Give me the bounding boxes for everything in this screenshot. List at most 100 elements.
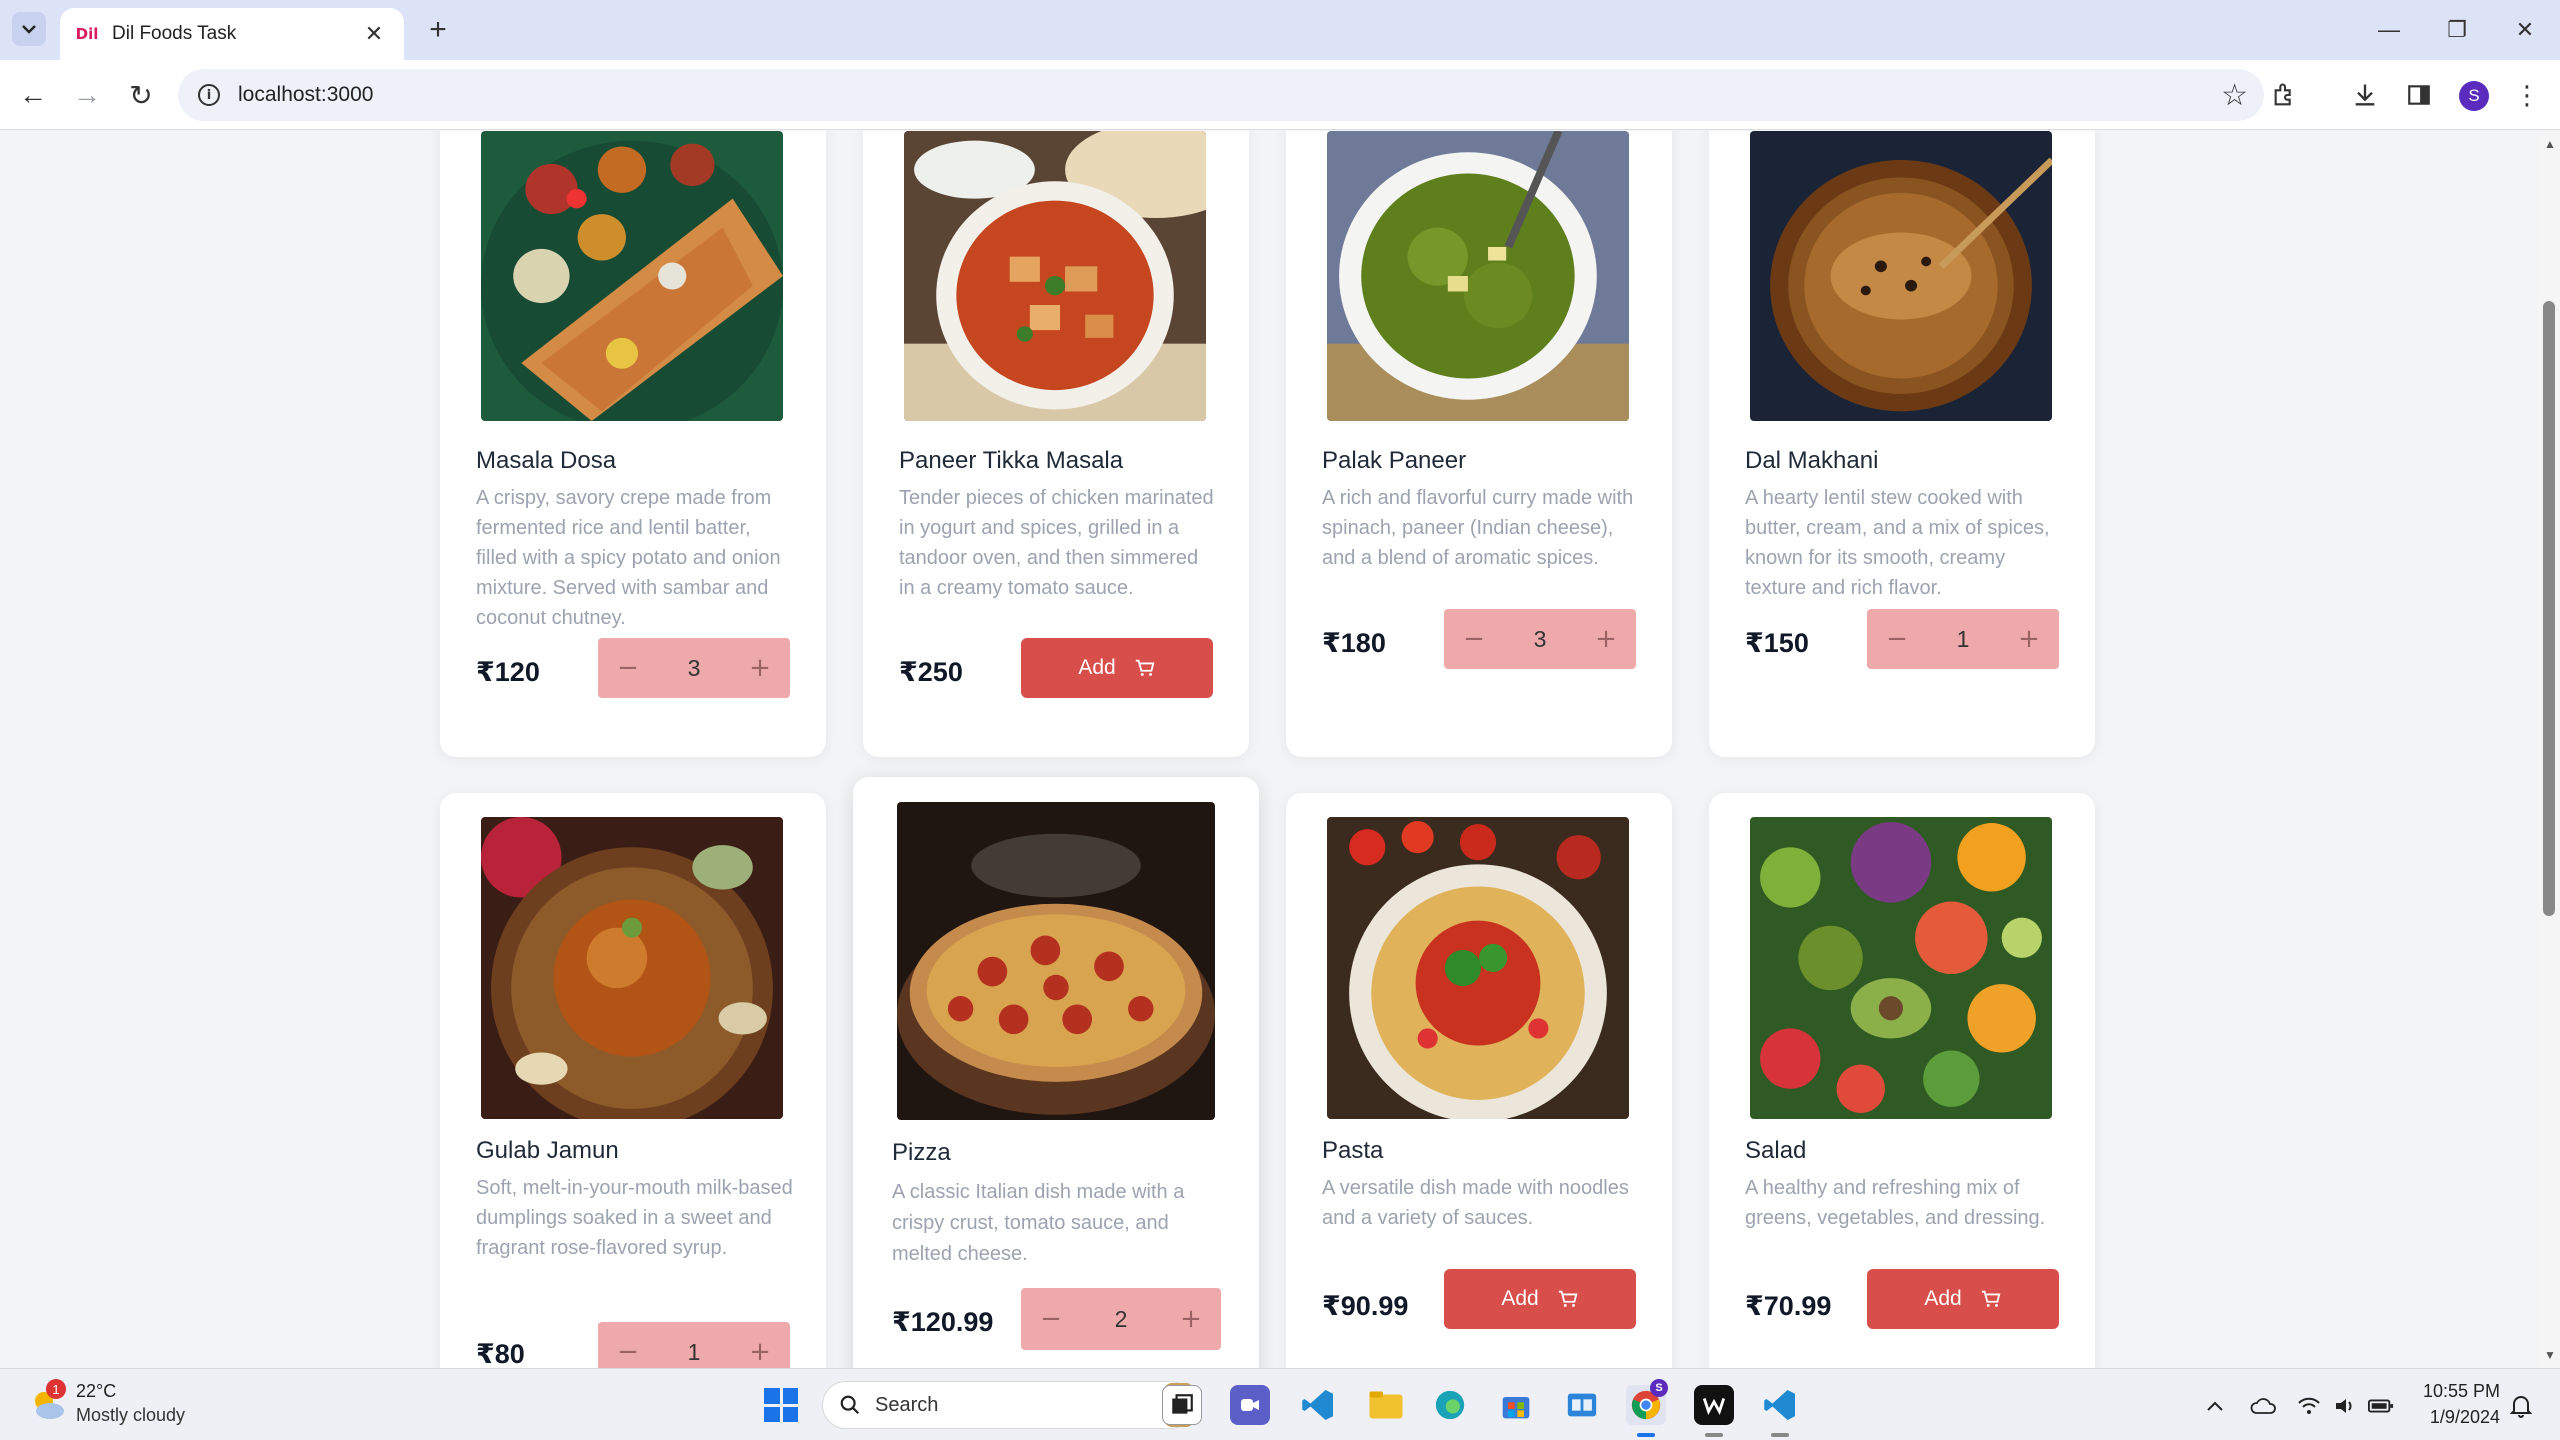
menu-card: Salad A healthy and refreshing mix of gr…	[1709, 793, 2095, 1368]
decrease-quantity-button[interactable]: −	[616, 653, 640, 683]
webstorm-running-indicator	[1705, 1433, 1723, 1437]
food-price: ₹150	[1745, 628, 1809, 658]
minimize-window-icon[interactable]: —	[2354, 8, 2424, 52]
vscode-running-indicator	[1771, 1433, 1789, 1437]
webstorm-icon[interactable]	[1694, 1385, 1734, 1425]
increase-quantity-button[interactable]: +	[748, 653, 772, 683]
menu-card: Paneer Tikka Masala Tender pieces of chi…	[863, 131, 1249, 757]
edge-browser-icon[interactable]	[1430, 1385, 1470, 1425]
food-description: A healthy and refreshing mix of greens, …	[1745, 1177, 2046, 1229]
page-scrollbar[interactable]: ▲ ▼	[2538, 131, 2560, 1368]
weather-temperature[interactable]: 22°C	[76, 1381, 116, 1402]
battery-charging-icon[interactable]	[2368, 1393, 2394, 1419]
increase-quantity-button[interactable]: +	[748, 1337, 772, 1367]
decrease-quantity-button[interactable]: −	[1462, 624, 1486, 654]
quantity-value: 2	[1114, 1305, 1128, 1332]
address-bar[interactable]: i localhost:3000 ☆	[178, 69, 2264, 121]
clock-time[interactable]: 10:55 PM	[2420, 1381, 2500, 1402]
scrollbar-thumb[interactable]	[2543, 301, 2555, 916]
microsoft-store-icon[interactable]	[1496, 1385, 1536, 1425]
scroll-down-arrow-icon[interactable]: ▼	[2544, 1348, 2556, 1362]
scroll-up-arrow-icon[interactable]: ▲	[2544, 137, 2556, 151]
decrease-quantity-button[interactable]: −	[1039, 1304, 1063, 1334]
increase-quantity-button[interactable]: +	[1179, 1304, 1203, 1334]
browser-tab-active[interactable]: Dil Dil Foods Task ✕	[60, 8, 404, 60]
food-price: ₹120	[476, 657, 540, 687]
extensions-puzzle-icon[interactable]	[2266, 76, 2304, 114]
windows-start-icon[interactable]	[764, 1388, 798, 1422]
site-info-icon[interactable]: i	[198, 84, 220, 106]
close-window-icon[interactable]: ✕	[2490, 8, 2560, 52]
food-image-gulab-jamun	[481, 817, 783, 1119]
menu-card: Dal Makhani A hearty lentil stew cooked …	[1709, 131, 2095, 757]
weather-notification-badge: 1	[46, 1379, 66, 1399]
add-to-cart-button[interactable]: Add	[1867, 1269, 2059, 1329]
quantity-value: 3	[687, 654, 701, 681]
food-image-paneer-tikka-masala	[904, 131, 1206, 421]
cart-icon	[1558, 1290, 1578, 1307]
food-name: Gulab Jamun	[476, 1137, 619, 1164]
show-hidden-icons-chevron-up-icon[interactable]	[2202, 1393, 2228, 1419]
bookmark-star-icon[interactable]: ☆	[2221, 78, 2248, 113]
volume-speaker-icon[interactable]	[2332, 1393, 2358, 1419]
quantity-stepper[interactable]: − 2 +	[1021, 1288, 1221, 1350]
food-image-salad	[1750, 817, 2052, 1119]
menu-card: Palak Paneer A rich and flavorful curry …	[1286, 131, 1672, 757]
restore-window-icon[interactable]: ❐	[2422, 8, 2492, 52]
food-price: ₹120.99	[892, 1307, 994, 1337]
food-description: Soft, melt-in-your-mouth milk-based dump…	[476, 1177, 793, 1259]
food-image-pasta	[1327, 817, 1629, 1119]
onedrive-cloud-icon[interactable]	[2250, 1393, 2276, 1419]
food-description: A crispy, savory crepe made from ferment…	[476, 487, 781, 629]
menu-card: Pasta A versatile dish made with noodles…	[1286, 793, 1672, 1368]
quantity-stepper[interactable]: − 3 +	[1444, 609, 1636, 669]
cart-icon	[1135, 659, 1155, 676]
vscode-secondary-icon[interactable]	[1760, 1385, 1800, 1425]
increase-quantity-button[interactable]: +	[2017, 624, 2041, 654]
back-arrow-icon[interactable]: ←	[12, 74, 54, 116]
control-panel-icon[interactable]	[1562, 1385, 1602, 1425]
teams-chat-icon[interactable]	[1230, 1385, 1270, 1425]
taskbar-search-box[interactable]: Search	[822, 1381, 1194, 1429]
url-text[interactable]: localhost:3000	[238, 83, 2221, 107]
decrease-quantity-button[interactable]: −	[616, 1337, 640, 1367]
add-button-label: Add	[1078, 656, 1116, 679]
notification-bell-icon[interactable]	[2508, 1393, 2534, 1419]
profile-avatar[interactable]: S	[2459, 81, 2489, 111]
file-explorer-icon[interactable]	[1366, 1385, 1406, 1425]
forward-arrow-icon[interactable]: →	[66, 74, 108, 116]
quantity-stepper[interactable]: − 3 +	[598, 638, 790, 698]
vscode-icon[interactable]	[1298, 1385, 1338, 1425]
food-image-pizza	[897, 802, 1215, 1120]
add-to-cart-button[interactable]: Add	[1444, 1269, 1636, 1329]
quantity-stepper[interactable]: − 1 +	[598, 1322, 790, 1368]
task-view-icon[interactable]	[1162, 1385, 1202, 1425]
add-to-cart-button[interactable]: Add	[1021, 638, 1213, 698]
decrease-quantity-button[interactable]: −	[1885, 624, 1909, 654]
wifi-icon[interactable]	[2296, 1393, 2322, 1419]
close-tab-icon[interactable]: ✕	[360, 21, 388, 47]
food-name: Dal Makhani	[1745, 447, 1879, 474]
new-tab-plus-icon[interactable]: +	[420, 12, 456, 48]
weather-description[interactable]: Mostly cloudy	[76, 1405, 185, 1426]
quantity-value: 1	[687, 1338, 701, 1365]
menu-card: Gulab Jamun Soft, melt-in-your-mouth mil…	[440, 793, 826, 1368]
food-description: A hearty lentil stew cooked with butter,…	[1745, 487, 2050, 599]
menu-card: Masala Dosa A crispy, savory crepe made …	[440, 131, 826, 757]
add-button-label: Add	[1501, 1287, 1539, 1310]
side-panel-icon[interactable]	[2400, 76, 2438, 114]
food-description: Tender pieces of chicken marinated in yo…	[899, 487, 1214, 599]
search-icon	[840, 1395, 860, 1415]
reload-icon[interactable]: ↻	[120, 74, 162, 116]
increase-quantity-button[interactable]: +	[1594, 624, 1618, 654]
food-name: Pizza	[892, 1139, 951, 1166]
food-price: ₹180	[1322, 628, 1386, 658]
clock-date[interactable]: 1/9/2024	[2420, 1407, 2500, 1428]
tab-search-button[interactable]	[12, 12, 46, 46]
food-price: ₹80	[476, 1339, 525, 1368]
download-icon[interactable]	[2346, 76, 2384, 114]
more-menu-icon[interactable]: ⋮	[2508, 76, 2546, 114]
windows-taskbar: 1 22°C Mostly cloudy Search S 10:55 PM 1…	[0, 1368, 2560, 1440]
page-viewport: Masala Dosa A crispy, savory crepe made …	[0, 131, 2538, 1368]
quantity-stepper[interactable]: − 1 +	[1867, 609, 2059, 669]
